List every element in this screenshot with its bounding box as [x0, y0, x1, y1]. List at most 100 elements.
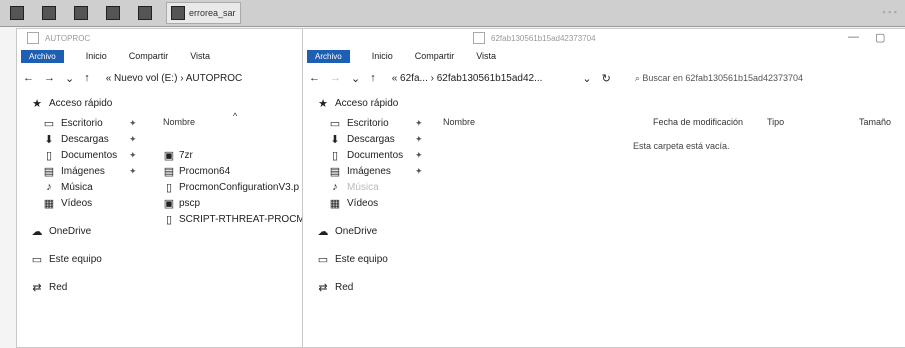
file-item[interactable]: ▤ Procmon64 — [163, 163, 303, 179]
ribbon-tab-inicio[interactable]: Inicio — [86, 51, 107, 61]
taskbar: errorea_sar — [0, 0, 905, 27]
pin-icon: ✦ — [415, 117, 423, 128]
address-bar: ← → ⌄ ↑ « Nuevo vol (E:) › AUTOPROC — [17, 65, 303, 91]
ribbon-file-tab[interactable]: Archivo — [21, 49, 64, 63]
file-item[interactable]: ▯ SCRIPT-RTHREAT-PROCMO — [163, 211, 303, 227]
quick-access-icon[interactable] — [473, 32, 485, 44]
column-header-type[interactable]: Tipo — [767, 117, 784, 127]
quick-access-icon[interactable] — [27, 32, 39, 44]
pin-icon: ✦ — [129, 165, 137, 176]
maximize-icon[interactable]: ▢ — [875, 31, 885, 44]
explorer-window-autoproc: AUTOPROC Archivo Inicio Compartir Vista … — [16, 28, 304, 348]
download-icon: ⬇ — [330, 133, 340, 146]
video-icon: ▦ — [329, 197, 341, 210]
pin-icon: ✦ — [415, 165, 423, 176]
ribbon-file-tab[interactable]: Archivo — [307, 49, 350, 63]
nav-item-imagenes[interactable]: ▤ Imágenes ✦ — [303, 163, 433, 179]
music-icon: ♪ — [46, 181, 52, 193]
nav-item-network[interactable]: ⇄ Red — [303, 279, 433, 295]
column-header-name[interactable]: Nombre — [163, 117, 195, 127]
breadcrumb[interactable]: « Nuevo vol (E:) › AUTOPROC — [106, 73, 243, 84]
ribbon-tab-compartir[interactable]: Compartir — [415, 51, 455, 61]
column-header-name[interactable]: Nombre — [443, 117, 475, 127]
computer-icon: ▭ — [31, 253, 43, 266]
column-header-size[interactable]: Tamaño — [859, 117, 891, 127]
pin-icon: ✦ — [129, 117, 137, 128]
pin-icon: ✦ — [415, 149, 423, 160]
refresh-icon[interactable]: ↻ — [602, 72, 611, 85]
cloud-icon: ☁ — [31, 225, 43, 238]
cloud-icon: ☁ — [317, 225, 329, 238]
nav-item-descargas[interactable]: ⬇ Descargas ✦ — [17, 131, 147, 147]
nav-item-musica[interactable]: ♪ Música — [303, 179, 433, 195]
nav-item-documentos[interactable]: ▯ Documentos ✦ — [17, 147, 147, 163]
up-icon[interactable]: ↑ — [370, 72, 376, 84]
nav-item-descargas[interactable]: ⬇ Descargas ✦ — [303, 131, 433, 147]
document-icon: ▯ — [331, 149, 339, 162]
file-item[interactable]: ▯ ProcmonConfigurationV3.p — [163, 179, 303, 195]
nav-item-escritorio[interactable]: ▭ Escritorio ✦ — [303, 115, 433, 131]
window-icon — [10, 6, 24, 20]
explorer-window-folder: 62fab130561b15ad42373704 — ▢ Archivo Ini… — [302, 28, 905, 348]
desktop-icon: ▭ — [329, 117, 341, 130]
nav-item-documentos[interactable]: ▯ Documentos ✦ — [303, 147, 433, 163]
star-icon: ★ — [318, 97, 328, 110]
navigation-pane: ★ Acceso rápido ▭ Escritorio ✦ ⬇ Descargas ✦ … — [303, 95, 433, 295]
nav-item-onedrive[interactable]: ☁ OneDrive — [17, 223, 147, 239]
ribbon-tab-vista[interactable]: Vista — [190, 51, 210, 61]
ribbon-tab-inicio[interactable]: Inicio — [372, 51, 393, 61]
search-input[interactable]: ⌕ Buscar en 62fab130561b15ad42373704 — [635, 73, 803, 84]
navigation-pane: ★ Acceso rápido ▭ Escritorio ✦ ⬇ Descargas ✦ … — [17, 95, 147, 295]
document-icon: ▯ — [165, 181, 173, 194]
nav-item-imagenes[interactable]: ▤ Imágenes ✦ — [17, 163, 147, 179]
empty-folder-message: Esta carpeta está vacía. — [633, 141, 730, 151]
title-bar: AUTOPROC — [17, 29, 303, 47]
ribbon-tab-compartir[interactable]: Compartir — [129, 51, 169, 61]
window-icon — [171, 6, 185, 20]
breadcrumb[interactable]: « 62fa... › 62fab130561b15ad42... — [392, 73, 543, 84]
taskbar-item[interactable] — [6, 3, 32, 23]
ribbon: Archivo Inicio Compartir Vista — [17, 47, 303, 65]
taskbar-item-active[interactable]: errorea_sar — [166, 2, 241, 24]
recent-dropdown-icon[interactable]: ⌄ — [351, 72, 360, 85]
app-icon: ▣ — [163, 149, 175, 162]
nav-item-musica[interactable]: ♪ Música — [17, 179, 147, 195]
network-icon: ⇄ — [318, 281, 328, 294]
nav-item-videos[interactable]: ▦ Vídeos — [17, 195, 147, 211]
nav-item-escritorio[interactable]: ▭ Escritorio ✦ — [17, 115, 147, 131]
pin-icon: ✦ — [129, 149, 137, 160]
video-icon: ▦ — [43, 197, 55, 210]
back-icon[interactable]: ← — [309, 72, 320, 84]
address-dropdown-icon[interactable]: ⌄ — [582, 72, 591, 85]
taskbar-item[interactable] — [70, 3, 96, 23]
nav-item-quick-access[interactable]: ★ Acceso rápido — [17, 95, 147, 111]
star-icon: ★ — [32, 97, 42, 110]
app-icon: ▣ — [163, 197, 175, 210]
nav-item-this-pc[interactable]: ▭ Este equipo — [303, 251, 433, 267]
nav-item-videos[interactable]: ▦ Vídeos — [303, 195, 433, 211]
nav-item-onedrive[interactable]: ☁ OneDrive — [303, 223, 433, 239]
recent-dropdown-icon[interactable]: ⌄ — [65, 72, 74, 85]
search-icon: ⌕ — [634, 72, 640, 83]
title-bar: 62fab130561b15ad42373704 — [303, 29, 905, 47]
back-icon[interactable]: ← — [23, 72, 34, 84]
forward-icon[interactable]: → — [44, 72, 55, 84]
nav-item-this-pc[interactable]: ▭ Este equipo — [17, 251, 147, 267]
document-icon: ▯ — [45, 149, 53, 162]
nav-item-network[interactable]: ⇄ Red — [17, 279, 147, 295]
taskbar-item[interactable] — [38, 3, 64, 23]
window-title: AUTOPROC — [45, 33, 91, 43]
minimize-icon[interactable]: — — [848, 31, 859, 43]
column-header-date[interactable]: Fecha de modificación — [653, 117, 743, 127]
nav-item-quick-access[interactable]: ★ Acceso rápido — [303, 95, 433, 111]
file-item[interactable]: ▣ 7zr — [163, 147, 303, 163]
forward-icon[interactable]: → — [330, 72, 341, 84]
computer-icon: ▭ — [317, 253, 329, 266]
app-icon: ▤ — [163, 165, 175, 178]
desktop-icon: ▭ — [43, 117, 55, 130]
ribbon-tab-vista[interactable]: Vista — [476, 51, 496, 61]
taskbar-item[interactable] — [102, 3, 128, 23]
taskbar-item[interactable] — [134, 3, 160, 23]
file-item[interactable]: ▣ pscp — [163, 195, 303, 211]
up-icon[interactable]: ↑ — [84, 72, 90, 84]
